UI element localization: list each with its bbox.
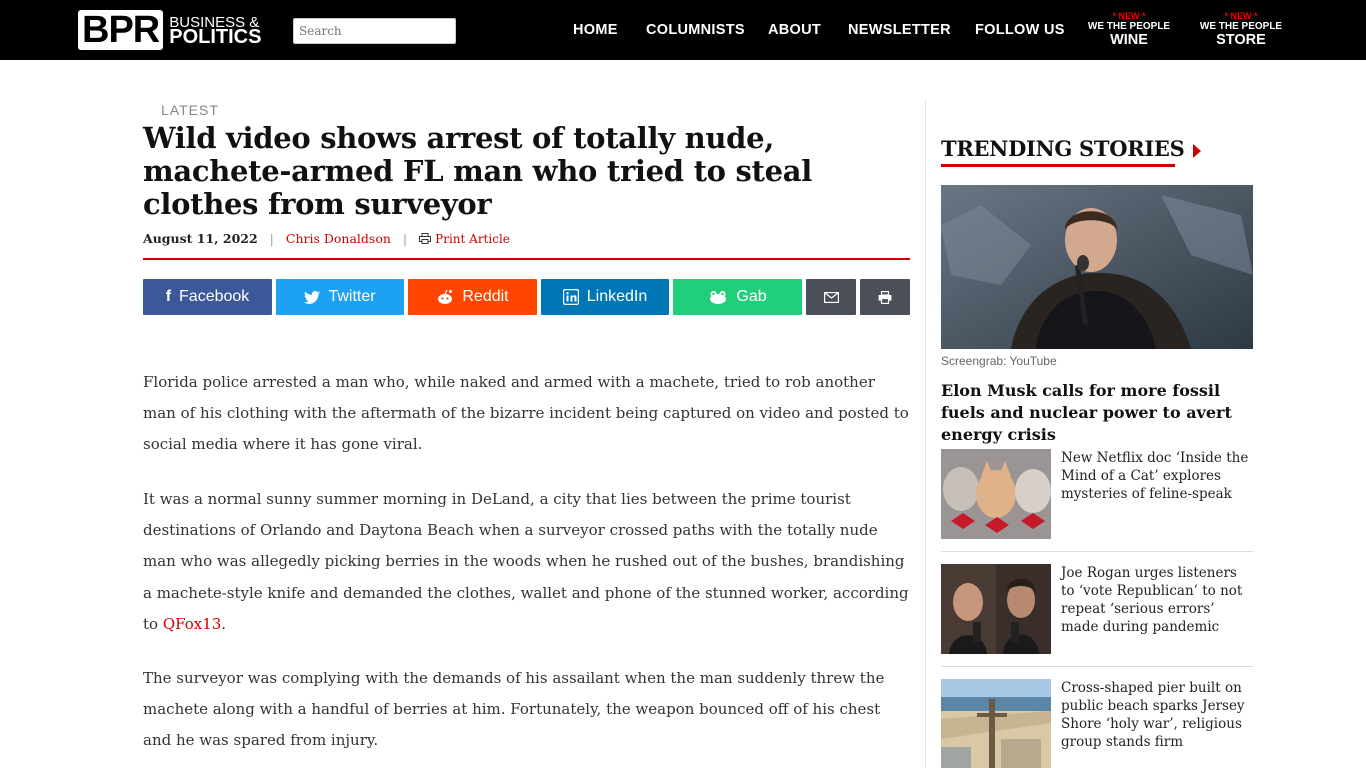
trending-stories-label: TRENDING STORIES [941,136,1185,161]
meta-separator: | [402,231,408,246]
share-email-button[interactable] [806,279,856,315]
share-linkedin-label: LinkedIn [586,288,648,305]
nav-newsletter[interactable]: NEWSLETTER [848,22,951,38]
beach-pier-photo [941,679,1051,768]
hero-story-headline[interactable]: Elon Musk calls for more fossil fuels an… [941,380,1253,446]
printer-icon [419,233,432,244]
story-headline: New Netflix doc ‘Inside the Mind of a Ca… [1061,450,1249,502]
article-paragraph-2: It was a normal sunny summer morning in … [143,484,910,640]
trending-story[interactable]: Joe Rogan urges listeners to ‘vote Repub… [941,564,1253,654]
article-meta: August 11, 2022 | Chris Donaldson | Prin… [143,231,510,246]
nav-columnists[interactable]: COLUMNISTS [646,22,745,38]
print-article-link[interactable]: Print Article [419,232,510,246]
column-divider [925,100,926,768]
printer-icon [878,290,892,304]
share-facebook-button[interactable]: f Facebook [143,279,272,315]
share-twitter-label: Twitter [328,288,376,305]
logo-line-2: POLITICS [169,26,262,48]
story-thumbnail [941,679,1051,768]
trending-story[interactable]: Cross-shaped pier built on public beach … [941,679,1253,768]
store-label: STORE [1216,32,1266,48]
hero-photo [941,185,1253,349]
cats-photo [941,449,1051,539]
site-header: BPR BUSINESS & POLITICS HOME COLUMNISTS … [0,0,1366,60]
facebook-icon: f [165,288,172,305]
title-divider [143,258,910,260]
nav-about[interactable]: ABOUT [768,22,821,38]
reddit-icon [438,289,453,304]
share-twitter-button[interactable]: Twitter [276,279,404,315]
nav-wine[interactable]: * NEW * WE THE PEOPLE WINE [1086,11,1172,49]
article-category[interactable]: LATEST [161,102,219,118]
story-headline: Cross-shaped pier built on public beach … [1061,680,1245,750]
wine-label: WINE [1110,32,1148,48]
trending-underline [941,164,1175,167]
meta-separator: | [269,231,274,246]
article-paragraph-1: Florida police arrested a man who, while… [143,373,909,454]
share-gab-button[interactable]: Gab [673,279,802,315]
story-thumbnail [941,449,1051,539]
twitter-icon [304,290,321,304]
nav-home[interactable]: HOME [573,22,618,38]
nav-follow-us[interactable]: FOLLOW US [975,22,1065,38]
share-reddit-button[interactable]: Reddit [408,279,537,315]
share-linkedin-button[interactable]: LinkedIn [541,279,669,315]
print-article-label: Print Article [435,231,510,246]
podcast-photo [941,564,1051,654]
share-print-button[interactable] [860,279,910,315]
caret-right-icon [1192,143,1201,158]
gab-frog-icon [710,291,727,304]
store-new-badge: * NEW * [1224,11,1258,21]
trending-story[interactable]: New Netflix doc ‘Inside the Mind of a Ca… [941,449,1253,539]
paragraph-2-text: It was a normal sunny summer morning in … [143,490,909,633]
story-separator [941,551,1253,552]
share-gab-label: Gab [736,288,767,305]
nav-store[interactable]: * NEW * WE THE PEOPLE STORE [1198,11,1284,49]
logo-wordmark: BUSINESS & POLITICS [169,15,262,48]
share-facebook-label: Facebook [179,288,250,305]
article-author[interactable]: Chris Donaldson [286,231,391,246]
site-logo[interactable]: BPR BUSINESS & POLITICS [78,9,261,51]
trending-stories-heading[interactable]: TRENDING STORIES [941,136,1201,161]
store-subtitle: WE THE PEOPLE [1199,21,1283,32]
paragraph-2-end: . [221,614,227,633]
story-headline: Joe Rogan urges listeners to ‘vote Repub… [1061,565,1243,635]
wine-subtitle: WE THE PEOPLE [1087,21,1171,32]
story-thumbnail [941,564,1051,654]
hero-story-image[interactable] [941,185,1253,349]
article-date: August 11, 2022 [143,231,258,246]
search-input[interactable] [293,18,456,44]
share-reddit-label: Reddit [462,288,509,305]
hero-image-caption: Screengrab: YouTube [941,354,1057,368]
envelope-icon [823,291,839,303]
source-link-qfox13[interactable]: QFox13 [163,615,221,633]
article-title: Wild video shows arrest of totally nude,… [143,121,812,221]
article-paragraph-3: The surveyor was complying with the dema… [143,669,885,750]
story-separator [941,666,1253,667]
linkedin-icon [562,289,579,305]
wine-new-badge: * NEW * [1112,11,1146,21]
logo-mark: BPR [78,10,164,50]
